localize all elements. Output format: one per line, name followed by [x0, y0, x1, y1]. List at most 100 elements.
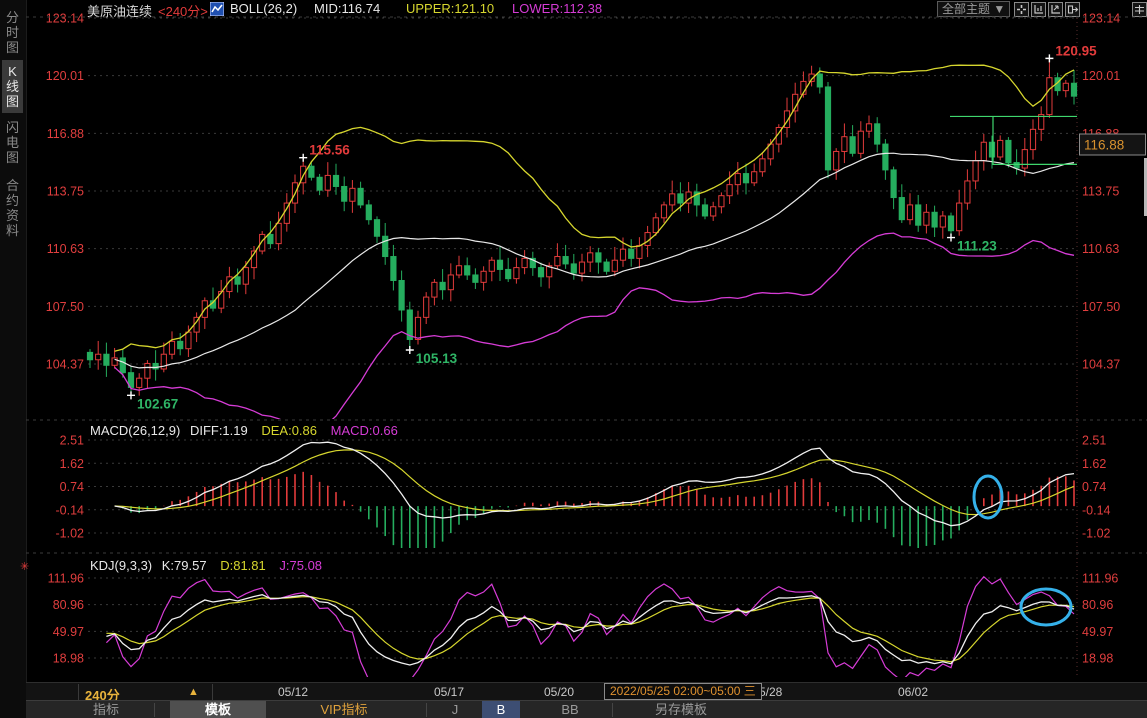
macd-axis-label: -0.14	[1082, 503, 1111, 517]
candle-body	[169, 341, 174, 354]
price-axis-label: 123.14	[46, 12, 84, 26]
kdj-axis-label: 49.97	[53, 625, 84, 639]
tab-separator	[426, 703, 427, 717]
candle-body	[514, 268, 519, 279]
tab-b[interactable]: B	[482, 701, 520, 718]
extreme-cross-marker	[127, 391, 135, 399]
price-axis-label: 123.14	[1082, 12, 1120, 26]
candle-body	[981, 142, 986, 160]
candle-body	[891, 170, 896, 198]
candle-body	[1022, 150, 1027, 168]
candle-body	[653, 218, 658, 233]
candle-body	[317, 177, 322, 190]
candle-body	[735, 174, 740, 185]
macd-value: MACD:0.66	[331, 423, 398, 438]
candle-body	[1071, 83, 1076, 96]
tab-j[interactable]: J	[440, 701, 470, 718]
kdj-axis-label: 18.98	[1082, 652, 1113, 666]
candle-body	[883, 144, 888, 170]
macd-header[interactable]: MACD(26,12,9) DIFF:1.19 DEA:0.86 MACD:0.…	[90, 423, 398, 438]
period-up-arrow-icon[interactable]: ▲	[188, 686, 199, 698]
candle-body	[120, 358, 125, 373]
kdj-header[interactable]: KDJ(9,3,3) K:79.57 D:81.81 J:75.08	[90, 558, 322, 573]
price-axis-label: 104.37	[46, 358, 84, 372]
candle-body	[153, 363, 158, 369]
tab-vip-indicators[interactable]: VIP指标	[284, 701, 404, 718]
kdj-axis-label: 18.98	[53, 652, 84, 666]
chart-plot-area[interactable]: 123.14123.14120.01120.01116.88116.88113.…	[0, 0, 1147, 682]
candle-body	[719, 196, 724, 207]
macd-label: MACD(26,12,9)	[90, 423, 180, 438]
candle-body	[178, 341, 183, 348]
macd-axis-label: 2.51	[1082, 434, 1106, 448]
extreme-cross-marker	[299, 154, 307, 162]
boll-mid-line	[115, 153, 1074, 368]
candle-body	[440, 282, 445, 289]
candle-body	[825, 87, 830, 170]
candle-body	[579, 262, 584, 273]
price-rectangle-drawing[interactable]	[950, 116, 1077, 164]
candle-body	[399, 280, 404, 309]
date-label: 05/17	[434, 685, 464, 699]
macd-highlight-circle[interactable]	[974, 476, 1002, 518]
price-axis-label: 120.01	[1082, 69, 1120, 83]
candle-body	[620, 249, 625, 260]
candle-body	[489, 260, 494, 271]
candle-body	[268, 234, 273, 243]
tab-save-template[interactable]: 另存模板	[626, 701, 736, 718]
date-label: 06/02	[898, 685, 928, 699]
price-axis-label: 110.63	[47, 242, 84, 256]
tab-separator	[612, 703, 613, 717]
tab-indicators[interactable]: 指标	[70, 701, 142, 718]
kdj-d-value: D:81.81	[220, 558, 266, 573]
crosshair-datetime-box: 2022/05/25 02:00~05:00 三	[604, 683, 762, 700]
candle-body	[112, 358, 117, 365]
candle-body	[333, 175, 338, 186]
kdj-k-value: K:79.57	[162, 558, 207, 573]
macd-axis-label: 2.51	[60, 434, 84, 448]
macd-axis-label: 0.74	[1082, 480, 1106, 494]
kdj-j-value: J:75.08	[279, 558, 322, 573]
macd-axis-label: -0.14	[56, 503, 85, 517]
date-label: 05/20	[544, 685, 574, 699]
date-label: 5/28	[759, 685, 782, 699]
extreme-price-label: 120.95	[1055, 43, 1097, 58]
bottom-tabs-bar: 指标 模板 VIP指标 J B BB 另存模板	[26, 700, 1147, 718]
candle-body	[973, 161, 978, 181]
macd-diff-line	[115, 442, 1074, 526]
candle-body	[145, 363, 150, 378]
kdj-marker-icon[interactable]: ✳	[20, 560, 29, 573]
crosshair-datetime-label: 2022/05/25 02:00~05:00 三	[610, 684, 756, 698]
candle-body	[834, 151, 839, 169]
candle-body	[424, 297, 429, 317]
timeline-separator	[78, 684, 79, 700]
price-axis-label: 110.63	[1082, 242, 1119, 256]
candle-body	[924, 212, 929, 225]
extreme-cross-marker	[1045, 54, 1053, 62]
candle-body	[907, 205, 912, 220]
extreme-price-label: 105.13	[416, 351, 458, 366]
kdj-label: KDJ(9,3,3)	[90, 558, 152, 573]
kdj-axis-label: 80.96	[1082, 598, 1113, 612]
candle-body	[858, 131, 863, 153]
candle-body	[866, 124, 871, 131]
candle-body	[612, 260, 617, 271]
candle-body	[637, 245, 642, 258]
candle-body	[1030, 129, 1035, 149]
candle-body	[1063, 83, 1068, 90]
candle-body	[702, 205, 707, 216]
price-axis-label: 107.50	[1082, 300, 1120, 314]
tab-templates[interactable]: 模板	[170, 701, 266, 718]
candle-body	[916, 205, 921, 225]
candle-body	[497, 260, 502, 269]
candle-body	[743, 174, 748, 183]
extreme-cross-marker	[947, 234, 955, 242]
candle-body	[711, 207, 716, 216]
tab-separator	[154, 703, 155, 717]
tab-bb[interactable]: BB	[546, 701, 594, 718]
candle-body	[137, 378, 142, 387]
chart-app-window: 分时图 K线图 闪电图 合约资料 美原油连续 <240分> BOLL(26,2)…	[0, 0, 1147, 718]
candle-body	[752, 172, 757, 183]
kdj-axis-label: 80.96	[53, 598, 84, 612]
candle-body	[358, 188, 363, 205]
